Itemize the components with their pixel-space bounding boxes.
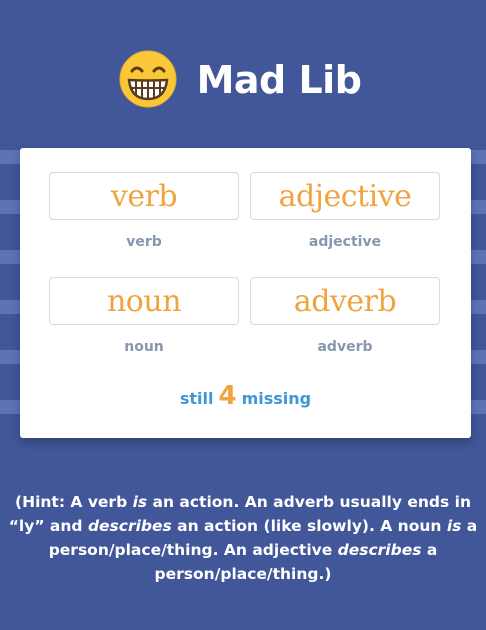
page-title: Mad Lib (196, 58, 362, 102)
verb-label: verb (126, 234, 162, 250)
status-suffix: missing (241, 389, 312, 408)
adjective-label: adjective (308, 234, 382, 250)
status-prefix: still (179, 389, 214, 408)
hint-part: (Hint: A verb (15, 493, 133, 511)
adverb-field: adverb adverb (250, 277, 440, 355)
noun-label: noun (124, 339, 164, 355)
missing-count: 4 (218, 381, 237, 411)
adjective-input[interactable]: adjective (250, 172, 440, 220)
madlib-card: verb verb adjective adjective noun noun … (20, 148, 471, 438)
adverb-label: adverb (317, 339, 373, 355)
verb-field: verb verb (49, 172, 239, 250)
hint-emphasis: is (132, 493, 148, 511)
page-header: Mad Lib (0, 34, 486, 124)
noun-input[interactable]: noun (49, 277, 239, 325)
grinning-face-icon (119, 50, 177, 108)
hint-emphasis: describes (337, 541, 422, 559)
missing-status: still 4 missing (20, 381, 471, 411)
hint-emphasis: is (446, 517, 462, 535)
verb-input[interactable]: verb (49, 172, 239, 220)
adverb-input[interactable]: adverb (250, 277, 440, 325)
adjective-field: adjective adjective (250, 172, 440, 250)
hint-part: an action (like slowly). A noun (171, 517, 447, 535)
hint-emphasis: describes (87, 517, 172, 535)
hint-text: (Hint: A verb is an action. An adverb us… (8, 490, 478, 586)
noun-field: noun noun (49, 277, 239, 355)
